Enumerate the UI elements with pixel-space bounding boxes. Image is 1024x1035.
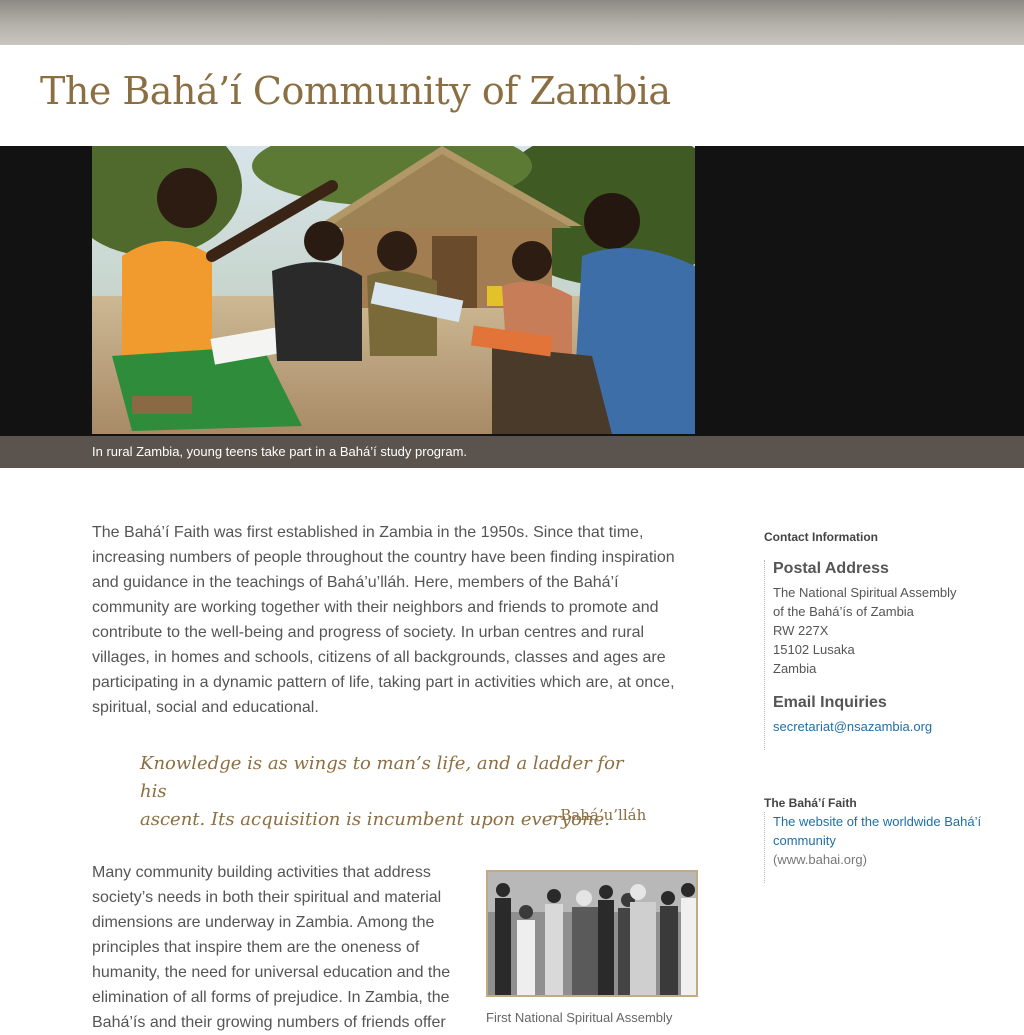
bahai-website-link[interactable]: The website of the worldwide Bahá’í comm… [773, 812, 993, 850]
assembly-figure: First National Spiritual Assembly [486, 870, 698, 1025]
assembly-photo[interactable] [486, 870, 698, 997]
postal-heading: Postal Address [773, 560, 889, 577]
quote-attribution: – Bahá’u’lláh [548, 806, 647, 824]
contact-heading: Contact Information [764, 530, 878, 544]
intro-paragraph: The Bahá’í Faith was first established i… [92, 524, 675, 716]
figure-caption: First National Spiritual Assembly [486, 1010, 673, 1025]
site-header: The Bahá’í Community of Zambia [0, 45, 1024, 146]
address-line: of the Bahá’ís of Zambia [773, 604, 914, 619]
quote-line: Knowledge is as wings to man’s life, and… [140, 753, 624, 802]
body-paragraph: Many community building activities that … [92, 864, 451, 1031]
hero-caption: In rural Zambia, young teens take part i… [92, 444, 468, 459]
hero-caption-bar: In rural Zambia, young teens take part i… [0, 436, 1024, 468]
email-heading: Email Inquiries [773, 694, 887, 711]
hero-photo [92, 146, 695, 434]
bahai-url-text: (www.bahai.org) [773, 852, 867, 867]
hero-photo-illustration [92, 146, 695, 434]
hero-banner [0, 146, 1024, 436]
address-line: The National Spiritual Assembly [773, 585, 957, 600]
assembly-photo-illustration [488, 872, 696, 995]
main-content: The Bahá’í Faith was first established i… [92, 520, 698, 1031]
faith-heading: The Bahá’í Faith [764, 796, 857, 810]
sidebar: Contact Information Postal Address The N… [764, 530, 1004, 883]
address-line: 15102 Lusaka [773, 642, 855, 657]
address-line: Zambia [773, 661, 817, 676]
address-line: RW 227X [773, 623, 829, 638]
site-title[interactable]: The Bahá’í Community of Zambia [40, 69, 671, 113]
contact-block: Postal Address The National Spiritual As… [764, 560, 1004, 750]
email-link[interactable]: secretariat@nsazambia.org [773, 717, 1004, 736]
faith-block: The website of the worldwide Bahá’í comm… [764, 812, 993, 883]
top-banner [0, 0, 1024, 45]
